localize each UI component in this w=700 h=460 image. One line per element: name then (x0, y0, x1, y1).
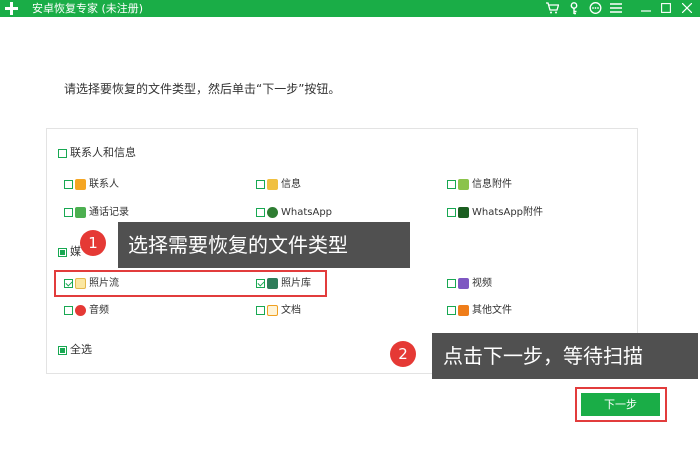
step1-badge: 1 (80, 230, 106, 256)
contacts-icon (75, 179, 86, 190)
window-title: 安卓恢复专家 (未注册) (32, 2, 144, 15)
app-logo-plus-icon (5, 2, 18, 15)
group-media-label: 媒 (70, 245, 81, 258)
other-files-label: 其他文件 (472, 305, 512, 316)
item-whatsapp[interactable]: WhatsApp (256, 206, 376, 220)
documents-checkbox[interactable] (256, 306, 265, 315)
minimize-icon[interactable] (639, 1, 653, 15)
item-video[interactable]: 视频 (447, 277, 567, 291)
item-sms-attachments[interactable]: 信息附件 (447, 178, 567, 192)
item-call-log[interactable]: 通话记录 (64, 206, 184, 220)
call-log-checkbox[interactable] (64, 208, 73, 217)
contacts-checkbox[interactable] (64, 180, 73, 189)
folder-icon (267, 305, 278, 316)
group-contacts-label: 联系人和信息 (70, 146, 136, 159)
whatsapp-icon (267, 207, 278, 218)
message-icon (267, 179, 278, 190)
sms-attachments-checkbox[interactable] (447, 180, 456, 189)
item-audio[interactable]: 音频 (64, 304, 184, 318)
documents-label: 文档 (281, 305, 301, 316)
chat-icon[interactable] (588, 1, 602, 15)
whatsapp-attachment-icon (458, 207, 469, 218)
item-documents[interactable]: 文档 (256, 304, 376, 318)
title-bar: 安卓恢复专家 (未注册) (0, 0, 700, 17)
other-files-checkbox[interactable] (447, 306, 456, 315)
step2-callout: 点击下一步，等待扫描 (432, 333, 698, 379)
menu-icon[interactable] (609, 1, 623, 15)
file-icon (458, 305, 469, 316)
photo-options-highlight (54, 270, 327, 297)
attachment-icon (458, 179, 469, 190)
group-media-checkbox[interactable] (58, 248, 67, 257)
sms-label: 信息 (281, 179, 301, 190)
group-contacts-checkbox[interactable] (58, 149, 67, 158)
instruction-text: 请选择要恢复的文件类型，然后单击“下一步”按钮。 (64, 82, 341, 96)
next-button[interactable]: 下一步 (581, 393, 660, 416)
sms-attachments-label: 信息附件 (472, 179, 512, 190)
select-all-checkbox[interactable] (58, 346, 67, 355)
whatsapp-attachments-checkbox[interactable] (447, 208, 456, 217)
phone-icon (75, 207, 86, 218)
audio-checkbox[interactable] (64, 306, 73, 315)
key-icon[interactable] (567, 1, 581, 15)
video-icon (458, 278, 469, 289)
call-log-label: 通话记录 (89, 207, 129, 218)
whatsapp-checkbox[interactable] (256, 208, 265, 217)
sms-checkbox[interactable] (256, 180, 265, 189)
video-label: 视频 (472, 278, 492, 289)
cart-icon[interactable] (545, 1, 559, 15)
item-other-files[interactable]: 其他文件 (447, 304, 567, 318)
item-whatsapp-attachments[interactable]: WhatsApp附件 (447, 206, 587, 220)
video-checkbox[interactable] (447, 279, 456, 288)
item-contacts[interactable]: 联系人 (64, 178, 184, 192)
whatsapp-attachments-label: WhatsApp附件 (472, 207, 544, 218)
step2-badge: 2 (390, 341, 416, 367)
close-icon[interactable] (680, 1, 694, 15)
step1-callout: 选择需要恢复的文件类型 (118, 222, 410, 268)
music-icon (75, 305, 86, 316)
contacts-label: 联系人 (89, 179, 119, 190)
item-sms[interactable]: 信息 (256, 178, 376, 192)
whatsapp-label: WhatsApp (281, 207, 333, 218)
maximize-icon[interactable] (659, 1, 673, 15)
audio-label: 音频 (89, 305, 109, 316)
select-all-label[interactable]: 全选 (70, 344, 92, 356)
